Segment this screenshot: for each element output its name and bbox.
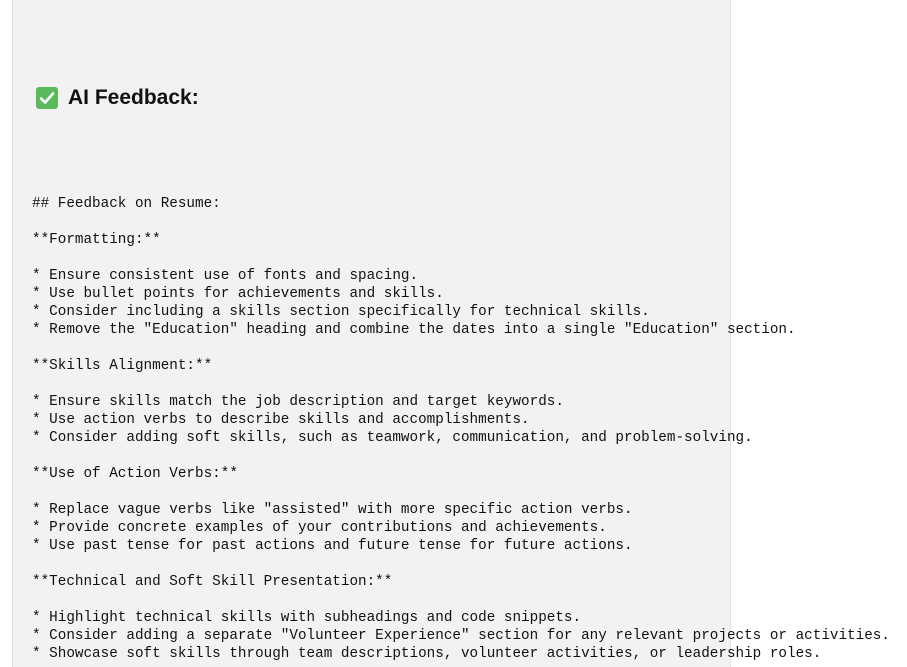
feedback-line: * Ensure consistent use of fonts and spa… [32, 268, 419, 284]
feedback-line: **Technical and Soft Skill Presentation:… [32, 574, 393, 590]
feedback-line: * Showcase soft skills through team desc… [32, 646, 822, 662]
feedback-line [32, 447, 890, 465]
feedback-heading-text: AI Feedback: [68, 86, 199, 109]
feedback-line: * Consider including a skills section sp… [32, 304, 650, 320]
feedback-line: * Ensure skills match the job descriptio… [32, 394, 564, 410]
feedback-line [32, 483, 890, 501]
feedback-line [32, 249, 890, 267]
feedback-line [32, 591, 890, 609]
feedback-line: * Use bullet points for achievements and… [32, 286, 444, 302]
feedback-line: **Use of Action Verbs:** [32, 466, 238, 482]
feedback-line: * Consider adding soft skills, such as t… [32, 430, 753, 446]
feedback-line: * Provide concrete examples of your cont… [32, 520, 607, 536]
feedback-line [32, 213, 890, 231]
feedback-line: **Formatting:** [32, 232, 161, 248]
feedback-line [32, 339, 890, 357]
check-mark-button-icon [36, 87, 58, 109]
feedback-text: ## Feedback on Resume: **Formatting:** * E… [32, 195, 890, 663]
feedback-line [32, 375, 890, 393]
feedback-line: * Consider adding a separate "Volunteer … [32, 628, 890, 644]
feedback-line: * Remove the "Education" heading and com… [32, 322, 796, 338]
feedback-line: * Use action verbs to describe skills an… [32, 412, 530, 428]
feedback-line: * Use past tense for past actions and fu… [32, 538, 633, 554]
feedback-heading: AI Feedback: [36, 86, 199, 110]
feedback-line: * Highlight technical skills with subhea… [32, 610, 582, 626]
feedback-line: * Replace vague verbs like "assisted" wi… [32, 502, 633, 518]
feedback-line: **Skills Alignment:** [32, 358, 213, 374]
feedback-line: ## Feedback on Resume: [32, 196, 221, 212]
feedback-line [32, 555, 890, 573]
